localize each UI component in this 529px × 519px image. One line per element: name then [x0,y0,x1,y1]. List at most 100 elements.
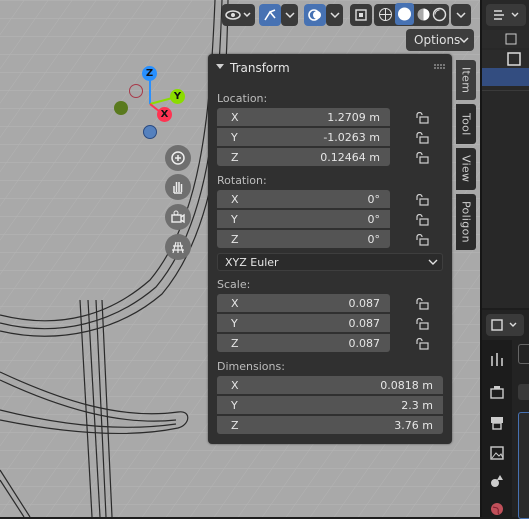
tab-poligon[interactable]: Poligon [456,194,476,250]
location-y-field[interactable]: Y -1.0263 m [217,128,390,146]
location-label: Location: [217,92,268,105]
field-value: 2.3 m [401,399,433,412]
outliner-separator [482,90,529,91]
properties-type-dropdown[interactable] [486,314,524,336]
properties-editor [482,310,529,519]
scale-z-field[interactable]: Z 0.087 [217,334,390,352]
gizmo-axis-y[interactable]: Y [170,89,185,104]
field-value: -1.0263 m [323,131,380,144]
properties-panel [518,412,529,519]
world-icon[interactable] [488,500,506,518]
rotation-x-field[interactable]: X 0° [217,190,390,208]
solid-shading-icon[interactable] [395,3,414,25]
hand-icon[interactable] [165,174,191,200]
view-icon[interactable] [222,4,255,26]
field-value: 0° [367,193,381,206]
rotation-mode-dropdown[interactable]: XYZ Euler [217,253,443,271]
rendered-shading-icon[interactable] [432,7,447,25]
dimensions-label: Dimensions: [217,360,285,373]
render-icon[interactable] [488,384,506,402]
lock-icon[interactable] [415,318,429,330]
outliner-row[interactable] [482,30,529,48]
shading-mode-group [374,3,449,26]
tab-view[interactable]: View [456,148,476,190]
axis-label: Z [231,337,239,350]
field-value: 0.12464 m [320,151,380,164]
options-button[interactable]: Options [406,29,474,51]
properties-field[interactable] [518,384,529,400]
rotation-label: Rotation: [217,174,267,187]
tab-label: View [459,155,473,183]
dimensions-z-field[interactable]: Z 3.76 m [217,416,443,434]
location-x-field[interactable]: X 1.2709 m [217,108,390,126]
tab-label: Item [459,66,473,94]
gizmo-axis-neg-z[interactable] [143,125,157,139]
outliner-row[interactable] [482,50,529,68]
scene-icon[interactable] [488,472,506,490]
gizmo-dropdown[interactable] [281,4,298,26]
axis-label: Y [231,317,238,330]
xray-toggle[interactable] [350,4,372,26]
lock-icon[interactable] [415,338,429,350]
axis-label: X [231,297,239,310]
output-icon[interactable] [488,414,506,432]
drag-handle-icon[interactable] [434,64,446,70]
outliner-editor [482,0,529,308]
location-z-field[interactable]: Z 0.12464 m [217,148,390,166]
grid-icon[interactable] [165,234,191,260]
gizmo-y-label: Y [173,91,182,102]
field-value: 3.76 m [394,419,433,432]
rotation-z-field[interactable]: Z 0° [217,230,390,248]
axis-label: Y [231,399,238,412]
overlay-icon[interactable] [304,4,326,26]
axis-label: X [231,379,239,392]
field-value: 0° [367,213,381,226]
panel-title: Transform [230,61,290,75]
field-value: 0.087 [348,317,381,330]
field-value: 0.087 [348,297,381,310]
rotation-y-field[interactable]: Y 0° [217,210,390,228]
overlay-dropdown[interactable] [326,4,343,26]
shading-dropdown[interactable] [451,4,471,26]
axis-label: Y [231,213,238,226]
wireframe-shading-icon[interactable] [378,7,393,25]
field-value: 1.2709 m [327,111,380,124]
collapse-chevron-icon[interactable] [215,63,225,71]
scale-y-field[interactable]: Y 0.087 [217,314,390,332]
axis-label: Z [231,419,239,432]
rotation-mode-label: XYZ Euler [225,256,279,269]
tab-tool[interactable]: Tool [456,104,476,144]
axis-label: X [231,111,239,124]
field-value: 0° [367,233,381,246]
lock-icon[interactable] [415,132,429,144]
scale-x-field[interactable]: X 0.087 [217,294,390,312]
gizmo-axis-z[interactable]: Z [142,66,157,81]
lock-icon[interactable] [415,234,429,246]
image-icon[interactable] [488,444,506,462]
material-shading-icon[interactable] [416,7,431,25]
properties-tab-bar [482,340,512,517]
dimensions-x-field[interactable]: X 0.0818 m [217,376,443,394]
properties-field[interactable] [518,344,529,364]
gizmo-icon[interactable] [259,4,281,26]
chevron-down-icon [428,259,438,265]
lock-icon[interactable] [415,152,429,164]
outliner-row-selected[interactable] [482,68,529,86]
camera-icon[interactable] [165,204,191,230]
lock-icon[interactable] [415,214,429,226]
lock-icon[interactable] [415,194,429,206]
transform-panel-header[interactable]: Transform [208,54,452,80]
tab-item[interactable]: Item [456,60,476,100]
zoom-icon[interactable] [165,145,191,171]
tab-label: Poligon [459,201,473,243]
3d-viewport[interactable]: Options Z Y X Transform Location: X 1.270… [0,0,480,517]
gizmo-axis-neg-x[interactable] [129,84,143,98]
lock-icon[interactable] [415,112,429,124]
tab-label: Tool [459,112,473,136]
dimensions-y-field[interactable]: Y 2.3 m [217,396,443,414]
editor-type-dropdown[interactable] [486,4,526,26]
tool-icon[interactable] [488,350,506,368]
gizmo-axis-neg-y[interactable] [114,101,128,115]
gizmo-axis-x[interactable]: X [157,107,172,122]
lock-icon[interactable] [415,298,429,310]
